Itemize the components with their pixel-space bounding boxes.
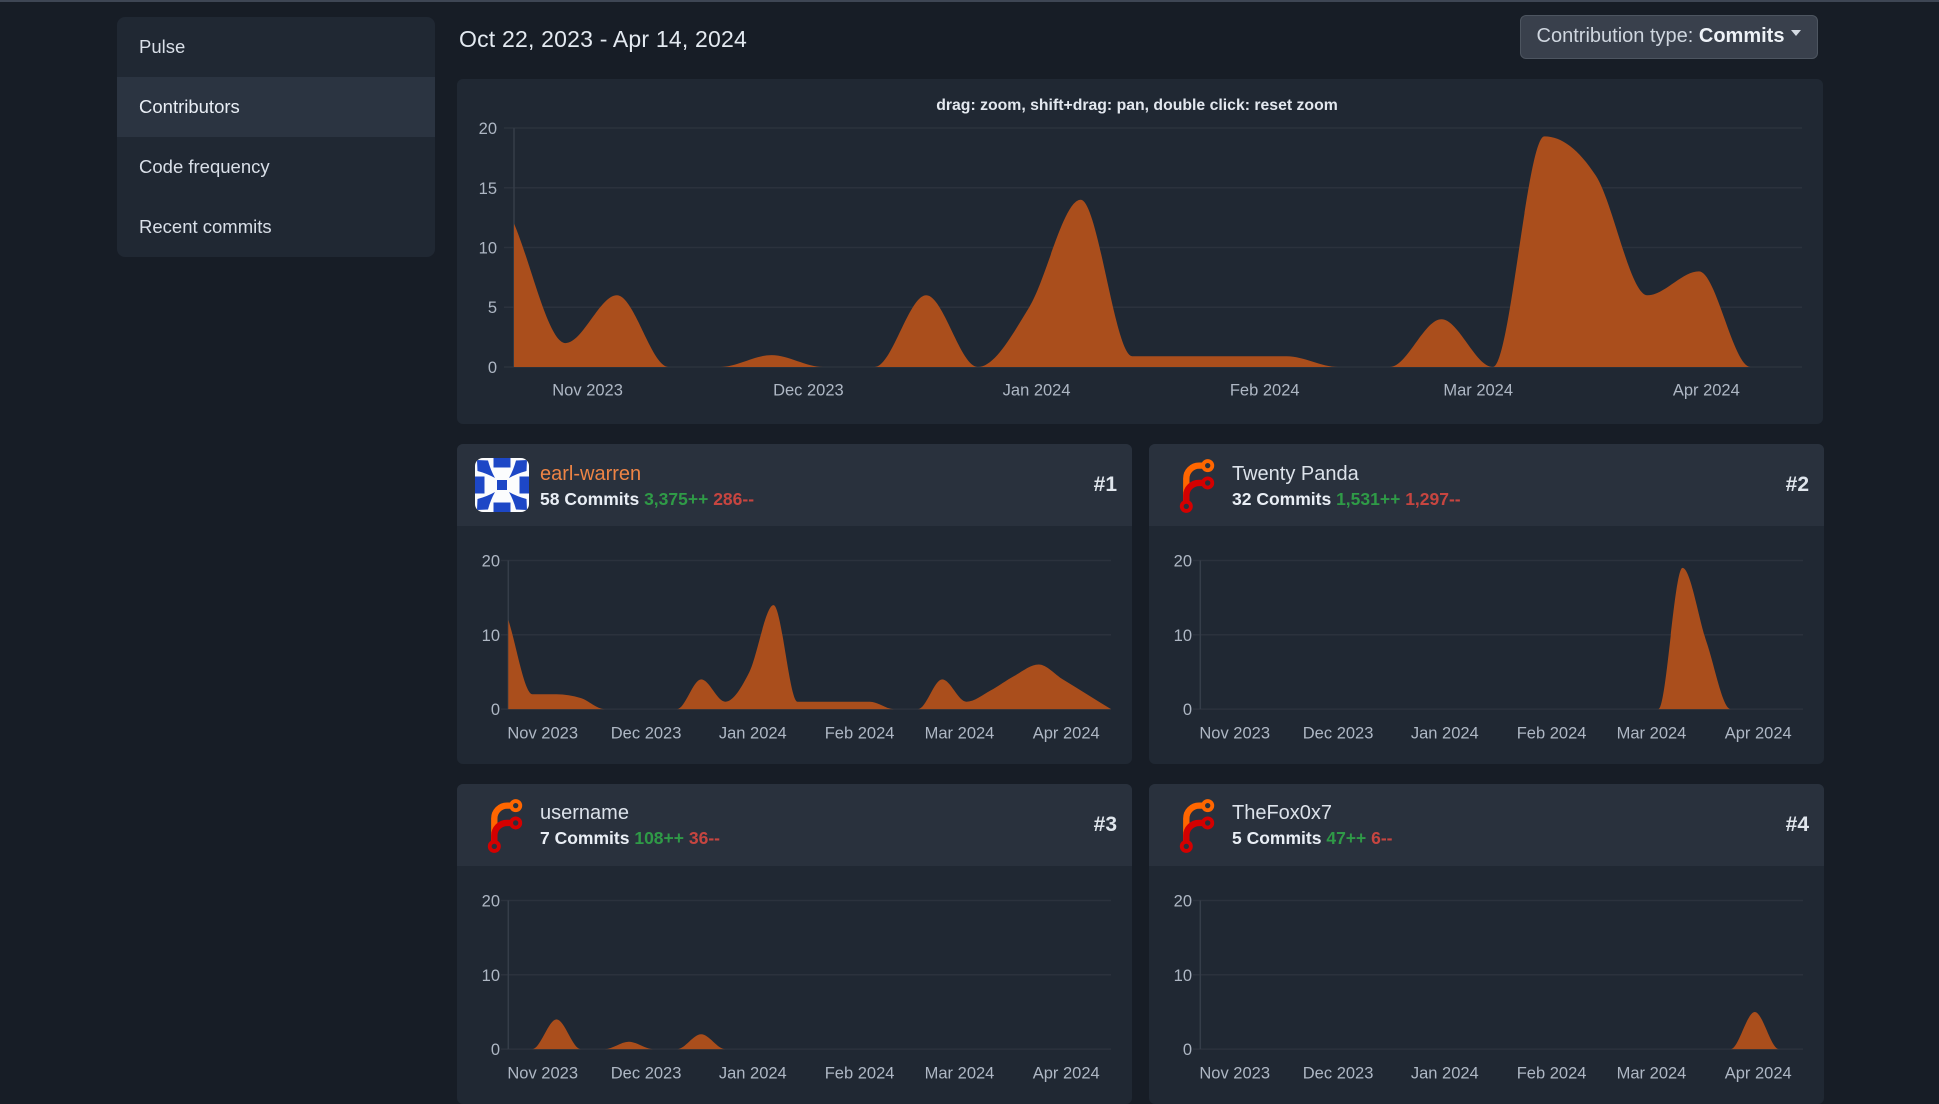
svg-text:drag: zoom, shift+drag: pan, d: drag: zoom, shift+drag: pan, double clic… <box>936 97 1338 114</box>
svg-text:Nov 2023: Nov 2023 <box>552 382 623 400</box>
svg-text:Apr 2024: Apr 2024 <box>1033 1064 1100 1082</box>
svg-text:Dec 2023: Dec 2023 <box>1303 725 1374 743</box>
svg-text:Dec 2023: Dec 2023 <box>611 725 682 743</box>
svg-text:10: 10 <box>1174 627 1192 645</box>
svg-text:0: 0 <box>491 1041 500 1059</box>
svg-text:Jan 2024: Jan 2024 <box>1411 725 1479 743</box>
svg-text:10: 10 <box>479 240 497 258</box>
svg-text:Apr 2024: Apr 2024 <box>1673 382 1740 400</box>
svg-text:Jan 2024: Jan 2024 <box>1411 1064 1479 1082</box>
svg-text:0: 0 <box>1183 701 1192 719</box>
svg-text:20: 20 <box>1174 892 1192 910</box>
svg-text:Feb 2024: Feb 2024 <box>1517 725 1587 743</box>
svg-text:Jan 2024: Jan 2024 <box>1003 382 1071 400</box>
svg-text:Mar 2024: Mar 2024 <box>1617 725 1687 743</box>
svg-text:Feb 2024: Feb 2024 <box>1230 382 1300 400</box>
svg-text:15: 15 <box>479 180 497 198</box>
svg-text:Nov 2023: Nov 2023 <box>1199 1064 1270 1082</box>
svg-text:20: 20 <box>482 892 500 910</box>
svg-text:10: 10 <box>482 966 500 984</box>
svg-text:0: 0 <box>491 701 500 719</box>
svg-text:Apr 2024: Apr 2024 <box>1033 725 1100 743</box>
svg-text:Nov 2023: Nov 2023 <box>507 1064 578 1082</box>
svg-text:Apr 2024: Apr 2024 <box>1725 725 1792 743</box>
svg-text:Dec 2023: Dec 2023 <box>773 382 844 400</box>
svg-text:Apr 2024: Apr 2024 <box>1725 1064 1792 1082</box>
svg-text:Mar 2024: Mar 2024 <box>1617 1064 1687 1082</box>
svg-text:Dec 2023: Dec 2023 <box>611 1064 682 1082</box>
svg-text:Dec 2023: Dec 2023 <box>1303 1064 1374 1082</box>
svg-text:20: 20 <box>482 553 500 571</box>
svg-text:Nov 2023: Nov 2023 <box>1199 725 1270 743</box>
svg-text:Jan 2024: Jan 2024 <box>719 725 787 743</box>
svg-text:10: 10 <box>1174 966 1192 984</box>
svg-text:10: 10 <box>482 627 500 645</box>
svg-text:Mar 2024: Mar 2024 <box>1443 382 1513 400</box>
svg-text:Mar 2024: Mar 2024 <box>925 725 995 743</box>
svg-text:20: 20 <box>1174 553 1192 571</box>
svg-text:Feb 2024: Feb 2024 <box>1517 1064 1587 1082</box>
svg-text:Mar 2024: Mar 2024 <box>925 1064 995 1082</box>
svg-text:5: 5 <box>488 299 497 317</box>
svg-text:0: 0 <box>1183 1041 1192 1059</box>
svg-text:Jan 2024: Jan 2024 <box>719 1064 787 1082</box>
svg-text:20: 20 <box>479 120 497 138</box>
svg-text:Nov 2023: Nov 2023 <box>507 725 578 743</box>
svg-text:Feb 2024: Feb 2024 <box>825 1064 895 1082</box>
svg-text:Feb 2024: Feb 2024 <box>825 725 895 743</box>
svg-text:0: 0 <box>488 359 497 377</box>
